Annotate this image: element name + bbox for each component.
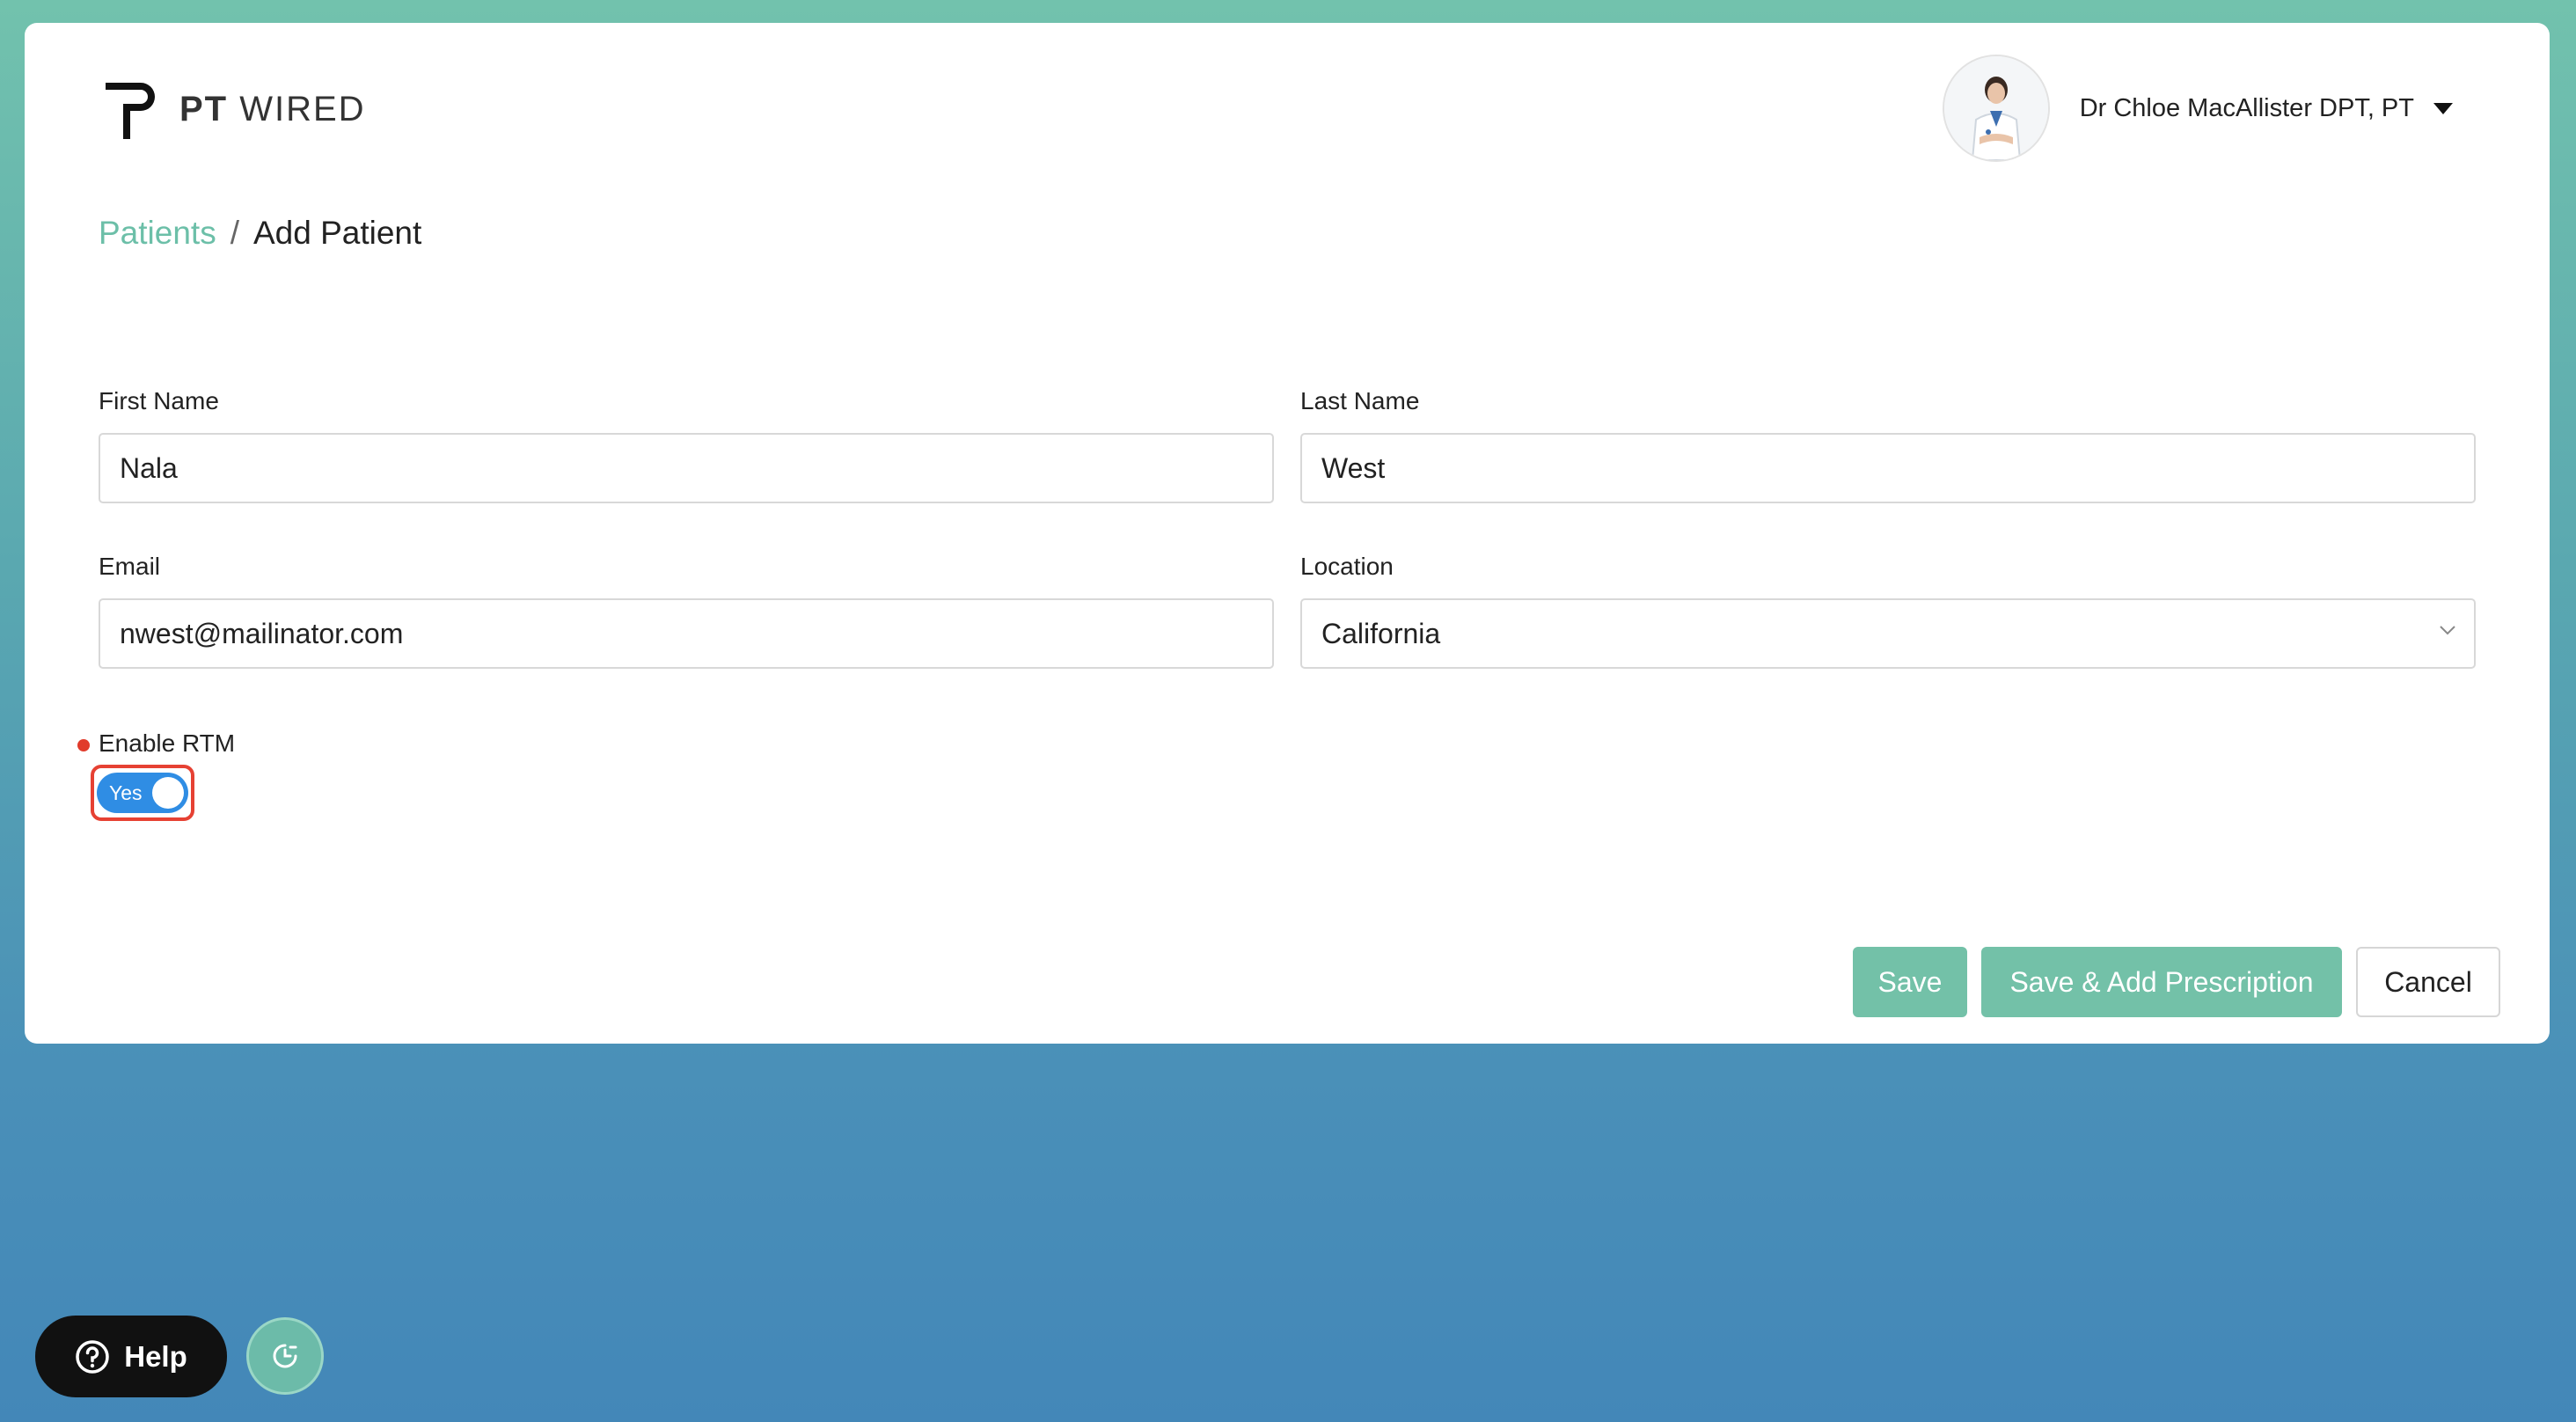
avatar[interactable] xyxy=(1942,55,2050,162)
rtm-toggle-highlight: Yes xyxy=(91,765,194,821)
first-name-label: First Name xyxy=(99,387,219,414)
save-button[interactable]: Save xyxy=(1853,947,1967,1017)
chevron-down-icon xyxy=(2440,626,2455,635)
logo-text-bold: PT xyxy=(179,89,229,128)
pt-wired-logo[interactable]: PT WIRED xyxy=(99,74,366,144)
enable-rtm-label-row: Enable RTM xyxy=(77,729,236,759)
caret-down-icon[interactable] xyxy=(2433,102,2453,114)
first-name-input[interactable]: Nala xyxy=(99,433,1274,503)
location-select[interactable]: California xyxy=(1300,598,2476,669)
user-menu[interactable]: Dr Chloe MacAllister DPT, PT xyxy=(1942,55,2453,162)
rtm-toggle-knob xyxy=(152,777,184,809)
enable-rtm-label: Enable RTM xyxy=(99,729,236,757)
breadcrumb-patients-link[interactable]: Patients xyxy=(99,215,216,252)
email-input[interactable]: nwest@mailinator.com xyxy=(99,598,1274,669)
last-name-field: Last Name West xyxy=(1300,387,2476,503)
breadcrumb-current: Add Patient xyxy=(252,215,422,251)
user-name[interactable]: Dr Chloe MacAllister DPT, PT xyxy=(2080,94,2414,123)
help-label: Help xyxy=(124,1339,187,1373)
location-field: Location California xyxy=(1300,553,2476,669)
first-name-field: First Name Nala xyxy=(99,387,1274,503)
email-label: Email xyxy=(99,553,161,580)
doctor-avatar-icon xyxy=(1943,56,2048,160)
help-button[interactable]: Help xyxy=(35,1316,227,1397)
breadcrumb-separator: / xyxy=(230,215,239,251)
rtm-toggle-text: Yes xyxy=(109,781,143,804)
cancel-button[interactable]: Cancel xyxy=(2356,947,2500,1017)
last-name-input[interactable]: West xyxy=(1300,433,2476,503)
breadcrumb: Patients / Add Patient xyxy=(99,215,421,252)
required-dot-icon xyxy=(77,739,90,751)
save-add-prescription-button[interactable]: Save & Add Prescription xyxy=(1981,947,2342,1017)
rtm-toggle[interactable]: Yes xyxy=(97,773,188,813)
logo-text-light: WIRED xyxy=(239,89,366,128)
timer-button[interactable] xyxy=(246,1317,324,1395)
last-name-label: Last Name xyxy=(1300,387,1420,414)
location-select-value[interactable]: California xyxy=(1300,598,2476,669)
logo-mark-icon xyxy=(106,83,155,139)
email-field: Email nwest@mailinator.com xyxy=(99,553,1274,669)
add-patient-card: PT WIRED Dr Chloe MacAllister DPT, PT Pa… xyxy=(25,23,2550,1044)
question-circle-icon xyxy=(76,1339,109,1374)
clock-icon xyxy=(273,1344,297,1368)
location-label: Location xyxy=(1300,553,1394,580)
logo-text: PT WIRED xyxy=(179,90,366,129)
